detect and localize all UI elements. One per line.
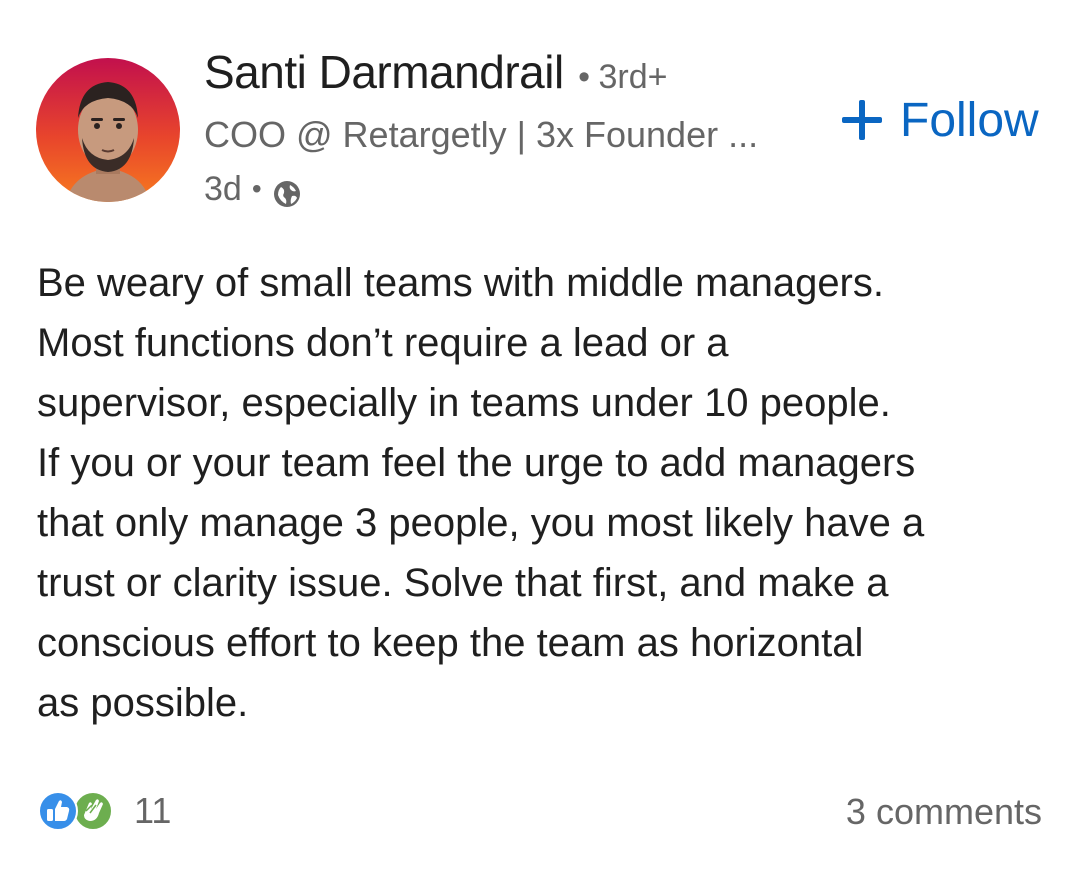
author-name-row: Santi Darmandrail • 3rd+ — [204, 44, 667, 112]
follow-label: Follow — [900, 93, 1039, 147]
clap-icon — [73, 791, 113, 831]
author-avatar[interactable] — [36, 58, 180, 202]
comments-count[interactable]: 3 comments — [846, 789, 1042, 835]
post-body-text: Be weary of small teams with middle mana… — [37, 261, 925, 725]
reaction-icons — [38, 789, 120, 833]
plus-icon — [842, 100, 882, 140]
follow-button[interactable]: Follow — [842, 88, 1039, 152]
name-degree-separator: • — [578, 58, 591, 96]
reaction-count: 11 — [134, 790, 172, 831]
time-separator: • — [251, 173, 262, 204]
connection-degree: 3rd+ — [598, 58, 668, 96]
author-headline: COO @ Retargetly | 3x Founder ... — [204, 114, 759, 155]
globe-icon — [272, 176, 302, 207]
author-name[interactable]: Santi Darmandrail — [204, 46, 564, 98]
post-meta: 3d • — [204, 167, 302, 211]
feed-post: Santi Darmandrail • 3rd+ COO @ Retargetl… — [0, 0, 1080, 873]
reactions-summary[interactable]: 11 — [38, 786, 171, 836]
like-icon — [38, 791, 78, 831]
post-time: 3d — [204, 170, 242, 208]
